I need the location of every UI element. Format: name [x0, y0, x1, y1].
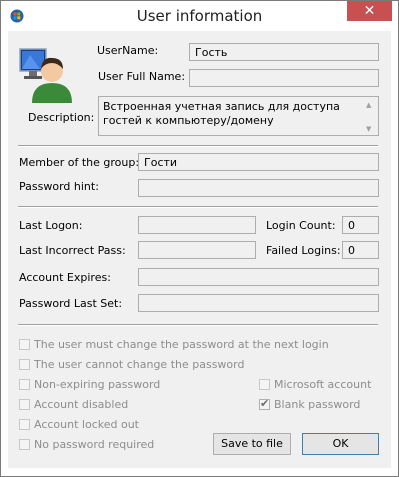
cannot-change-checkbox[interactable]: The user cannot change the password — [19, 358, 244, 371]
checkbox-box[interactable] — [259, 379, 270, 390]
close-button[interactable]: ✕ — [347, 1, 392, 21]
description-text: Встроенная учетная запись для доступа го… — [103, 100, 340, 127]
username-field[interactable]: Гость — [189, 43, 379, 61]
checkbox-label: Microsoft account — [274, 378, 372, 391]
password-hint-label: Password hint: — [19, 180, 99, 193]
username-label: UserName: — [97, 44, 159, 57]
checkbox-box[interactable] — [19, 439, 30, 450]
account-expires-label: Account Expires: — [19, 271, 111, 284]
member-group-field[interactable]: Гости — [138, 153, 379, 171]
account-expires-field[interactable] — [138, 268, 379, 286]
separator — [18, 145, 378, 147]
checkbox-label: No password required — [34, 438, 155, 451]
checkbox-label: Account disabled — [34, 398, 129, 411]
blank-password-checkbox[interactable]: ✔ Blank password — [259, 397, 361, 411]
checkbox-label: The user cannot change the password — [34, 358, 245, 371]
account-locked-checkbox[interactable]: Account locked out — [19, 418, 139, 431]
full-name-field[interactable] — [189, 69, 379, 87]
description-label: Description: — [28, 111, 95, 124]
failed-logins-field[interactable]: 0 — [342, 241, 379, 259]
full-name-label: User Full Name: — [98, 70, 186, 83]
checkbox-box[interactable]: ✔ — [259, 397, 270, 410]
description-field[interactable]: Встроенная учетная запись для доступа го… — [98, 96, 379, 136]
separator — [18, 324, 378, 326]
account-disabled-checkbox[interactable]: Account disabled — [19, 398, 128, 411]
password-last-set-label: Password Last Set: — [19, 297, 123, 310]
checkbox-label: Non-expiring password — [34, 378, 161, 391]
user-avatar-icon — [19, 48, 72, 103]
failed-logins-label: Failed Logins: — [266, 244, 341, 257]
scroll-down-icon[interactable]: ▼ — [366, 125, 371, 133]
checkbox-box[interactable] — [19, 359, 30, 370]
member-group-label: Member of the group: — [19, 156, 140, 169]
window-title: User information — [136, 7, 263, 25]
last-logon-label: Last Logon: — [19, 219, 83, 232]
password-hint-field[interactable] — [138, 179, 379, 197]
checkbox-box[interactable] — [19, 339, 30, 350]
description-scrollbar[interactable]: ▲ ▼ — [363, 97, 378, 135]
must-change-checkbox[interactable]: The user must change the password at the… — [19, 338, 329, 351]
checkbox-box[interactable] — [19, 379, 30, 390]
checkbox-label: Blank password — [274, 398, 361, 411]
password-last-set-field[interactable] — [138, 294, 379, 312]
last-incorrect-label: Last Incorrect Pass: — [19, 244, 126, 257]
login-count-label: Login Count: — [266, 219, 336, 232]
checkbox-box[interactable] — [19, 419, 30, 430]
checkmark-icon: ✔ — [260, 397, 270, 410]
save-to-file-button[interactable]: Save to file — [213, 433, 291, 455]
ok-button[interactable]: OK — [302, 433, 379, 455]
separator — [18, 206, 378, 208]
close-icon: ✕ — [363, 3, 376, 19]
dialog-body: UserName: Гость User Full Name: Descript… — [8, 31, 391, 468]
microsoft-account-checkbox[interactable]: Microsoft account — [259, 378, 371, 391]
checkbox-label: Account locked out — [34, 418, 139, 431]
last-logon-field[interactable] — [138, 216, 256, 234]
checkbox-label: The user must change the password at the… — [34, 338, 329, 351]
checkbox-box[interactable] — [19, 399, 30, 410]
non-expiring-checkbox[interactable]: Non-expiring password — [19, 378, 160, 391]
scroll-up-icon[interactable]: ▲ — [366, 101, 371, 109]
user-info-window: User information ✕ UserName: Гость User … — [0, 0, 399, 477]
last-incorrect-field[interactable] — [138, 241, 256, 259]
title-bar: User information ✕ — [1, 1, 398, 31]
no-password-checkbox[interactable]: No password required — [19, 438, 154, 451]
login-count-field[interactable]: 0 — [342, 216, 379, 234]
